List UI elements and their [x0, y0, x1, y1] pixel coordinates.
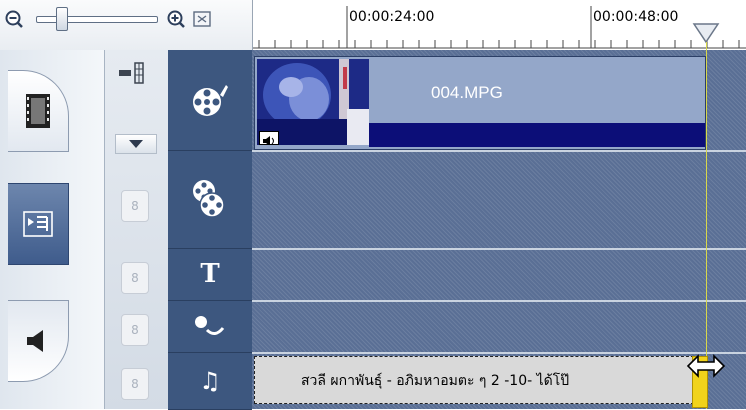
speaker-icon	[27, 330, 43, 352]
voice-icon	[195, 316, 225, 335]
timeline-ruler[interactable]: 00:00:24:00 00:00:48:00	[252, 0, 746, 50]
clip-name: 004.MPG	[431, 83, 503, 102]
track-divider	[252, 300, 746, 302]
track-divider	[252, 352, 746, 354]
clip-thumbnail	[257, 59, 369, 145]
ruler-time-label: 00:00:48:00	[593, 9, 679, 25]
title-track-lock-button[interactable]: 8	[121, 262, 149, 294]
video-mode-tab[interactable]	[8, 70, 69, 152]
title-track-header[interactable]: T	[168, 248, 252, 301]
track-divider	[252, 248, 746, 250]
timeline-tracks[interactable]: 004.MPG สวลี ผกาพันธุ์ - อภิมหาอมตะ ๆ 2 …	[252, 50, 746, 409]
ruler-ticks	[253, 6, 746, 49]
track-header-column: 8 8 8 8	[104, 50, 169, 409]
zoom-in-icon[interactable]	[166, 9, 186, 29]
overlay-reels-icon	[193, 180, 225, 218]
zoom-toolbar	[0, 0, 252, 50]
overlay-track-header[interactable]	[168, 150, 252, 249]
resize-cursor-icon	[686, 354, 726, 378]
voice-track-header[interactable]	[168, 300, 252, 353]
expand-tracks-button[interactable]	[115, 134, 157, 154]
zoom-slider-track[interactable]	[36, 16, 158, 23]
zoom-slider-thumb[interactable]	[56, 7, 68, 31]
chevron-down-icon	[129, 140, 143, 148]
lock-icon: 8	[131, 323, 139, 337]
audio-mode-tab[interactable]	[8, 300, 69, 382]
overlay-track-lock-button[interactable]: 8	[121, 190, 149, 222]
music-track-lock-button[interactable]: 8	[121, 368, 149, 400]
zoom-out-icon[interactable]	[4, 9, 24, 29]
overlay-mode-tab[interactable]	[8, 183, 69, 265]
clip-audio-bar	[369, 123, 705, 147]
music-clip[interactable]: สวลี ผกาพันธุ์ - อภิมหาอมตะ ๆ 2 -10- ได้…	[254, 356, 704, 404]
clip-audio-badge	[259, 131, 279, 145]
fit-to-window-icon[interactable]	[192, 9, 212, 29]
music-note-icon: ♫	[199, 366, 221, 395]
lock-icon: 8	[131, 377, 139, 391]
lock-icon: 8	[131, 199, 139, 213]
film-icon	[26, 94, 50, 128]
ruler-time-label: 00:00:24:00	[349, 9, 435, 25]
video-track-header[interactable]	[168, 50, 252, 151]
speaker-icon	[263, 136, 274, 145]
track-divider	[252, 150, 746, 152]
video-reel-icon	[193, 85, 228, 116]
video-clip[interactable]: 004.MPG	[254, 56, 706, 150]
track-manager-icon[interactable]	[115, 60, 149, 86]
overlay-icon	[23, 211, 53, 237]
title-T-icon: T	[200, 259, 220, 289]
music-track-header[interactable]: ♫	[168, 352, 252, 410]
music-clip-title: สวลี ผกาพันธุ์ - อภิมหาอมตะ ๆ 2 -10- ได้…	[301, 373, 570, 389]
mode-panel	[0, 50, 104, 409]
lock-icon: 8	[131, 271, 139, 285]
voice-track-lock-button[interactable]: 8	[121, 314, 149, 346]
track-icon-column: T ♫	[168, 50, 252, 410]
